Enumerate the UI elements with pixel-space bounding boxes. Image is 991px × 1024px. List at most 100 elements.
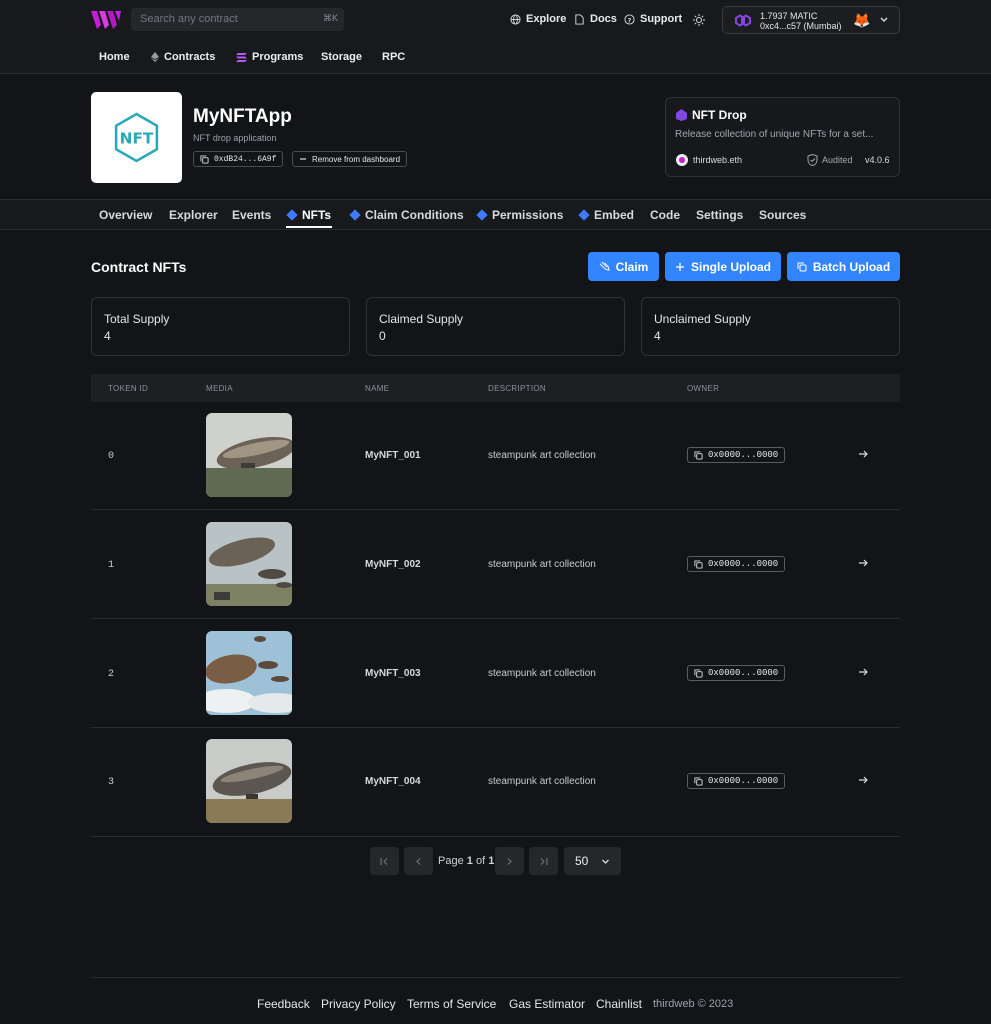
copy-icon: [694, 559, 703, 569]
stat-label: Total Supply: [104, 312, 170, 326]
token-id: 1: [108, 560, 115, 571]
drop-icon: [676, 109, 687, 121]
tab-code[interactable]: Code: [650, 208, 680, 222]
shield-check-icon: [807, 154, 818, 166]
nav-home-label: Home: [99, 51, 130, 63]
copy-icon: [200, 154, 209, 164]
sun-icon[interactable]: [693, 14, 705, 26]
chevron-left-icon: [416, 857, 421, 865]
tab-label: Sources: [759, 208, 807, 222]
per-page-select[interactable]: 50: [564, 847, 621, 875]
ethereum-icon: [151, 52, 159, 62]
diamond-icon: [578, 209, 590, 221]
footer-terms-link[interactable]: Terms of Service: [407, 997, 496, 1011]
wallet-address: 0xc4...c57 (Mumbai): [760, 21, 842, 31]
diamond-icon: [349, 209, 361, 221]
single-upload-button[interactable]: Single Upload: [665, 252, 781, 281]
tab-events[interactable]: Events: [232, 208, 271, 222]
nft-name: MyNFT_003: [365, 668, 421, 679]
remove-from-dashboard-button[interactable]: Remove from dashboard: [292, 151, 408, 167]
stat-unclaimed-supply: Unclaimed Supply 4: [641, 297, 900, 356]
nav-storage[interactable]: Storage: [321, 51, 362, 63]
remove-label: Remove from dashboard: [312, 154, 401, 164]
copy-icon: [797, 262, 807, 271]
claim-button[interactable]: Claim: [588, 252, 659, 281]
arrow-right-icon[interactable]: [858, 558, 868, 568]
document-icon: [575, 13, 584, 25]
globe-icon: [510, 13, 521, 25]
tab-overview[interactable]: Overview: [99, 208, 152, 222]
footer-gas-estimator-link[interactable]: Gas Estimator: [509, 997, 585, 1011]
token-id: 0: [108, 451, 115, 462]
column-header-token-id: TOKEN ID: [108, 384, 149, 393]
stat-value: 4: [654, 329, 661, 343]
tab-permissions[interactable]: Permissions: [476, 208, 563, 222]
page-of: of: [475, 855, 486, 867]
tab-embed[interactable]: Embed: [578, 208, 635, 222]
plus-icon: [675, 262, 684, 271]
tab-label: Embed: [594, 208, 635, 222]
nav-contracts-label: Contracts: [164, 51, 216, 63]
tab-settings[interactable]: Settings: [696, 208, 743, 222]
tab-label: Overview: [99, 208, 153, 222]
chevron-right-icon: [507, 857, 512, 865]
next-page-button[interactable]: [495, 847, 524, 875]
tab-label: Events: [232, 208, 272, 222]
copy-icon: [694, 776, 703, 786]
contract-address: 0xdB24...6A9f: [214, 154, 277, 164]
token-id: 3: [108, 777, 115, 788]
footer-chainlist-link[interactable]: Chainlist: [596, 997, 642, 1011]
support-label: Support: [640, 13, 683, 25]
divider: [0, 229, 991, 230]
footer-copyright: thirdweb © 2023: [653, 998, 734, 1010]
nav-storage-label: Storage: [321, 51, 362, 63]
tab-explorer[interactable]: Explorer: [169, 208, 218, 222]
current-page: 1: [466, 855, 473, 867]
docs-link[interactable]: Docs: [574, 13, 617, 25]
nft-media: [206, 522, 292, 606]
contract-image: NFT: [91, 92, 182, 183]
last-page-button[interactable]: [529, 847, 558, 875]
nav-programs[interactable]: Programs: [236, 51, 303, 63]
batch-upload-button[interactable]: Batch Upload: [787, 252, 900, 281]
single-upload-label: Single Upload: [690, 259, 771, 274]
stat-label: Claimed Supply: [379, 312, 464, 326]
support-link[interactable]: ? Support: [624, 13, 682, 25]
stat-value: 0: [379, 329, 386, 343]
column-header-name: NAME: [365, 384, 390, 393]
owner-address-button[interactable]: 0x0000...0000: [687, 665, 786, 681]
total-pages: 1: [488, 855, 495, 867]
publisher-avatar: [676, 154, 688, 166]
explore-link[interactable]: Explore: [510, 13, 566, 25]
arrow-right-icon[interactable]: [858, 775, 868, 785]
contract-type-card[interactable]: NFT Drop Release collection of unique NF…: [665, 97, 900, 177]
footer-feedback-link[interactable]: Feedback: [257, 997, 310, 1011]
tab-sources[interactable]: Sources: [759, 208, 806, 222]
polygon-icon: [735, 14, 751, 27]
nav-home[interactable]: Home: [99, 51, 130, 63]
first-page-button[interactable]: [370, 847, 399, 875]
owner-address: 0x0000...0000: [708, 776, 779, 786]
owner-address-button[interactable]: 0x0000...0000: [687, 773, 786, 789]
nft-logo-icon: NFT: [114, 112, 159, 163]
nft-name: MyNFT_002: [365, 559, 421, 570]
search-input[interactable]: Search any contract ⌘K: [131, 8, 344, 31]
arrow-right-icon[interactable]: [858, 449, 868, 459]
footer-privacy-link[interactable]: Privacy Policy: [321, 997, 396, 1011]
owner-address-button[interactable]: 0x0000...0000: [687, 447, 786, 463]
thirdweb-logo[interactable]: [91, 11, 121, 29]
previous-page-button[interactable]: [404, 847, 433, 875]
publisher-name[interactable]: thirdweb.eth: [693, 155, 742, 165]
wallet-balance: 1.7937 MATIC: [760, 11, 818, 21]
tab-claim-conditions[interactable]: Claim Conditions: [349, 208, 464, 222]
owner-address-button[interactable]: 0x0000...0000: [687, 556, 786, 572]
tab-label: Explorer: [169, 208, 218, 222]
wallet-button[interactable]: 1.7937 MATIC 0xc4...c57 (Mumbai) 🦊: [722, 6, 900, 34]
nav-rpc[interactable]: RPC: [382, 51, 405, 63]
contract-address-button[interactable]: 0xdB24...6A9f: [193, 151, 284, 167]
nav-contracts[interactable]: Contracts: [151, 51, 215, 63]
tab-nfts[interactable]: NFTs: [286, 208, 331, 222]
diamond-icon: [286, 209, 298, 221]
arrow-right-icon[interactable]: [858, 667, 868, 677]
stat-claimed-supply: Claimed Supply 0: [366, 297, 625, 356]
